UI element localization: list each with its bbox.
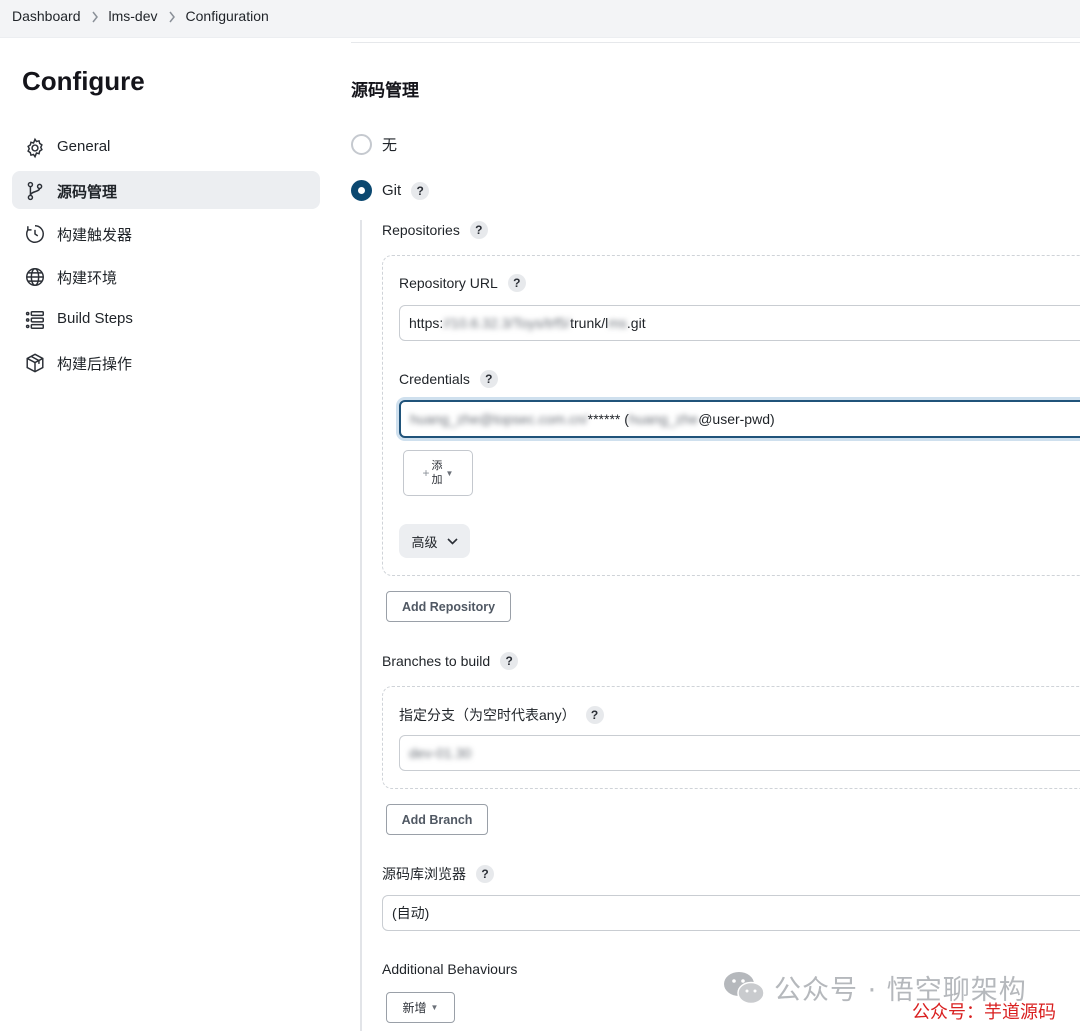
- radio-button-checked[interactable]: [351, 180, 372, 201]
- breadcrumb-configuration[interactable]: Configuration: [186, 8, 269, 24]
- caret-down-icon: ▼: [445, 468, 454, 478]
- sidebar-item-label: 构建触发器: [57, 227, 133, 244]
- help-icon[interactable]: ?: [469, 221, 488, 239]
- add-repository-button[interactable]: Add Repository: [386, 591, 511, 622]
- sidebar-item-label: General: [57, 138, 111, 155]
- list-icon: [25, 311, 44, 329]
- repository-url-label-text: Repository URL: [399, 275, 498, 291]
- clock-icon: [26, 225, 44, 243]
- additional-behaviours-label-text: Additional Behaviours: [382, 961, 518, 977]
- sidebar-item-label: Build Steps: [57, 310, 133, 327]
- section-title-scm: 源码管理: [351, 81, 419, 100]
- url-redacted-host: //10.6.32.3/Toys/trf5/: [443, 315, 571, 331]
- branch-specifier-input[interactable]: dev-01.30: [399, 735, 1080, 771]
- url-redacted-name: ms: [608, 315, 627, 331]
- radio-button[interactable]: [351, 134, 372, 155]
- wechat-logo-icon: [724, 971, 765, 1004]
- git-section-rail: [360, 220, 362, 1031]
- additional-behaviours-label: Additional Behaviours: [382, 961, 517, 977]
- add-branch-button[interactable]: Add Branch: [386, 804, 488, 835]
- sidebar-item-triggers[interactable]: 构建触发器: [12, 214, 320, 252]
- credentials-text: ****** (: [587, 411, 629, 427]
- plus-icon: +: [422, 466, 430, 480]
- advanced-label: 高级: [411, 534, 438, 550]
- chevron-right-icon: [158, 8, 186, 24]
- help-icon[interactable]: ?: [411, 181, 430, 200]
- add-button-label-line: 加: [431, 474, 443, 486]
- sidebar-item-post-build[interactable]: 构建后操作: [12, 343, 320, 381]
- help-icon[interactable]: ?: [507, 274, 526, 292]
- globe-icon: [26, 268, 44, 286]
- branches-label: Branches to build ?: [382, 652, 519, 670]
- branch-specifier-label: 指定分支（为空时代表any） ?: [399, 705, 604, 725]
- credentials-redacted-email: huang_zhe@topsec.com.cn/: [410, 411, 588, 427]
- credentials-select[interactable]: huang_zhe@topsec.com.cn/****** (huang_zh…: [399, 400, 1080, 438]
- credentials-text: @user-pwd): [698, 411, 775, 427]
- repository-browser-value: (自动): [392, 905, 430, 921]
- help-icon[interactable]: ?: [500, 652, 519, 670]
- url-text: .git: [626, 315, 646, 331]
- sidebar-item-build-steps[interactable]: Build Steps: [12, 300, 320, 338]
- repository-browser-select[interactable]: (自动): [382, 895, 1080, 931]
- credentials-label: Credentials ?: [399, 370, 498, 388]
- sidebar-item-general[interactable]: General: [12, 128, 320, 166]
- radio-option-git[interactable]: Git ?: [351, 180, 430, 201]
- advanced-button[interactable]: 高级: [399, 524, 470, 558]
- url-text: https:: [409, 315, 444, 331]
- radio-label: Git: [382, 182, 402, 199]
- add-behaviour-label: 新增: [402, 1001, 427, 1015]
- repository-url-input[interactable]: https://10.6.32.3/Toys/trf5/trunk/l ms .gi…: [399, 305, 1080, 341]
- git-branch-icon: [27, 181, 43, 201]
- sidebar-item-label: 构建后操作: [57, 356, 133, 373]
- repository-url-label: Repository URL ?: [399, 274, 526, 292]
- sidebar-item-label: 构建环境: [57, 270, 118, 287]
- help-icon[interactable]: ?: [479, 370, 498, 388]
- repository-browser-label-text: 源码库浏览器: [382, 866, 466, 882]
- sidebar-item-scm[interactable]: 源码管理: [12, 171, 320, 209]
- caret-down-icon: ▼: [430, 1003, 439, 1012]
- branch-redacted-value: dev-01.30: [409, 745, 472, 761]
- credentials-label-text: Credentials: [399, 371, 470, 387]
- chevron-down-icon: [446, 537, 458, 545]
- breadcrumb: Dashboard lms-dev Configuration: [12, 8, 269, 24]
- package-icon: [26, 353, 44, 373]
- sidebar-item-label: 源码管理: [57, 184, 118, 201]
- header-divider: [351, 42, 1080, 43]
- add-button-label: 添 加: [432, 459, 443, 487]
- breadcrumb-dashboard[interactable]: Dashboard: [12, 8, 81, 24]
- breadcrumb-project[interactable]: lms-dev: [109, 8, 158, 24]
- repositories-label-text: Repositories: [382, 222, 460, 238]
- add-button-label-line: 添: [431, 460, 443, 472]
- help-icon[interactable]: ?: [585, 706, 604, 724]
- radio-option-none[interactable]: 无: [351, 134, 397, 155]
- add-credentials-button[interactable]: + 添 加 ▼: [403, 450, 473, 496]
- chevron-right-icon: [81, 8, 109, 24]
- radio-label: 无: [382, 137, 398, 154]
- repositories-label: Repositories ?: [382, 221, 488, 239]
- add-behaviour-button[interactable]: 新增 ▼: [386, 992, 455, 1023]
- credentials-redacted-user: huang_zhe: [628, 411, 699, 427]
- sidebar-item-environment[interactable]: 构建环境: [12, 257, 320, 295]
- url-text: trunk/l: [570, 315, 609, 331]
- gear-icon: [27, 137, 43, 159]
- breadcrumb-bar: Dashboard lms-dev Configuration: [0, 0, 1080, 38]
- repository-browser-label: 源码库浏览器 ?: [382, 864, 494, 884]
- sidebar-title: Configure: [22, 66, 145, 96]
- help-icon[interactable]: ?: [476, 865, 494, 883]
- watermark-red-text: 公众号：芋道源码: [912, 1002, 1056, 1023]
- branch-specifier-label-text: 指定分支（为空时代表any）: [399, 707, 576, 723]
- branches-label-text: Branches to build: [382, 653, 491, 669]
